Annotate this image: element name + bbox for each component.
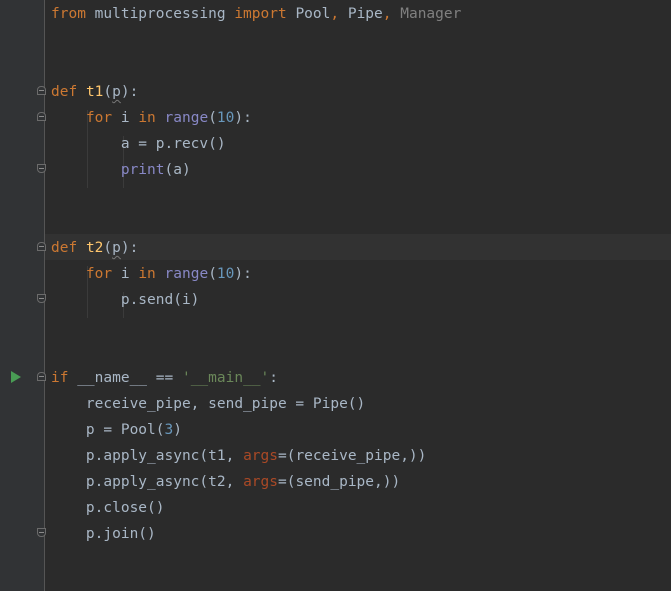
code-line-20[interactable]: p.close() xyxy=(51,495,165,521)
paren-close: ): xyxy=(120,240,139,256)
number-literal: 10 xyxy=(216,110,235,126)
keyword-in: in xyxy=(138,266,156,282)
parameter-p: p xyxy=(112,84,121,100)
code-line-4[interactable]: def t1(p): xyxy=(51,79,138,105)
keyword-def: def xyxy=(51,84,78,100)
code-line-11[interactable]: for i in range(10): xyxy=(51,261,252,287)
keyword-if: if xyxy=(51,370,69,386)
apply-async-call: p.apply_async(t2, xyxy=(51,474,244,490)
args-value: =(send_pipe,)) xyxy=(277,474,401,490)
code-line-12[interactable]: p.send(i) xyxy=(51,287,200,313)
function-name-t1: t1 xyxy=(85,84,104,100)
keyword-argument-args: args xyxy=(243,474,278,490)
colon: : xyxy=(269,370,279,386)
fold-marker-icon[interactable] xyxy=(37,528,46,537)
keyword-for: for xyxy=(85,266,113,282)
import-pool: Pool xyxy=(295,6,331,22)
paren-open: ( xyxy=(103,240,113,256)
code-editor[interactable]: from multiprocessing import Pool, Pipe, … xyxy=(0,0,671,591)
apply-async-call: p.apply_async(t1, xyxy=(51,448,244,464)
code-line-1[interactable]: from multiprocessing import Pool, Pipe, … xyxy=(51,1,461,27)
code-line-17[interactable]: p = Pool(3) xyxy=(51,417,182,443)
paren-open: ( xyxy=(208,110,217,126)
run-arrow-icon[interactable] xyxy=(11,371,21,383)
keyword-in: in xyxy=(138,110,156,126)
number-literal: 3 xyxy=(164,422,174,438)
builtin-range: range xyxy=(164,110,209,126)
comma: , xyxy=(382,6,401,22)
code-line-15[interactable]: if __name__ == '__main__': xyxy=(51,365,278,391)
import-pipe: Pipe xyxy=(347,6,383,22)
code-line-5[interactable]: for i in range(10): xyxy=(51,105,252,131)
fold-marker-icon[interactable] xyxy=(37,294,46,303)
statement-pool: p = Pool( xyxy=(51,422,165,438)
string-main: '__main__' xyxy=(181,370,270,386)
print-args: (a) xyxy=(164,162,191,178)
args-value: =(receive_pipe,)) xyxy=(277,448,427,464)
code-line-6[interactable]: a = p.recv() xyxy=(51,131,226,157)
import-manager-unused: Manager xyxy=(400,6,462,22)
code-line-16[interactable]: receive_pipe, send_pipe = Pipe() xyxy=(51,391,365,417)
fold-marker-icon[interactable] xyxy=(37,372,46,381)
keyword-argument-args: args xyxy=(243,448,278,464)
code-line-19[interactable]: p.apply_async(t2, args=(send_pipe,)) xyxy=(51,469,400,495)
fold-marker-icon[interactable] xyxy=(37,112,46,121)
keyword-for: for xyxy=(85,110,113,126)
statement-recv: a = p.recv() xyxy=(51,136,226,152)
keyword-import: import xyxy=(234,6,287,22)
number-literal: 10 xyxy=(216,266,235,282)
statement-pipe: receive_pipe, send_pipe = Pipe() xyxy=(51,396,366,412)
code-line-18[interactable]: p.apply_async(t1, args=(receive_pipe,)) xyxy=(51,443,426,469)
parameter-p: p xyxy=(112,240,121,256)
paren-close: ): xyxy=(234,266,252,282)
name-comparison: __name__ == xyxy=(68,370,182,386)
keyword-from: from xyxy=(51,6,86,22)
paren-open: ( xyxy=(103,84,113,100)
paren-open: ( xyxy=(208,266,217,282)
paren-close: ): xyxy=(234,110,252,126)
code-line-21[interactable]: p.join() xyxy=(51,521,156,547)
loop-variable: i xyxy=(112,266,139,282)
statement-close: p.close() xyxy=(51,500,165,516)
keyword-def: def xyxy=(51,240,78,256)
current-line-highlight xyxy=(45,234,671,260)
statement-send: p.send(i) xyxy=(51,292,200,308)
paren-close: ) xyxy=(173,422,182,438)
module-name: multiprocessing xyxy=(85,6,235,22)
loop-variable: i xyxy=(112,110,139,126)
fold-marker-icon[interactable] xyxy=(37,242,46,251)
builtin-range: range xyxy=(164,266,209,282)
comma: , xyxy=(330,6,348,22)
fold-marker-icon[interactable] xyxy=(37,86,46,95)
statement-join: p.join() xyxy=(51,526,156,542)
paren-close: ): xyxy=(120,84,139,100)
fold-marker-icon[interactable] xyxy=(37,164,46,173)
code-line-7[interactable]: print(a) xyxy=(51,157,191,183)
function-name-t2: t2 xyxy=(85,240,104,256)
code-line-10[interactable]: def t2(p): xyxy=(51,235,138,261)
builtin-print: print xyxy=(120,162,165,178)
